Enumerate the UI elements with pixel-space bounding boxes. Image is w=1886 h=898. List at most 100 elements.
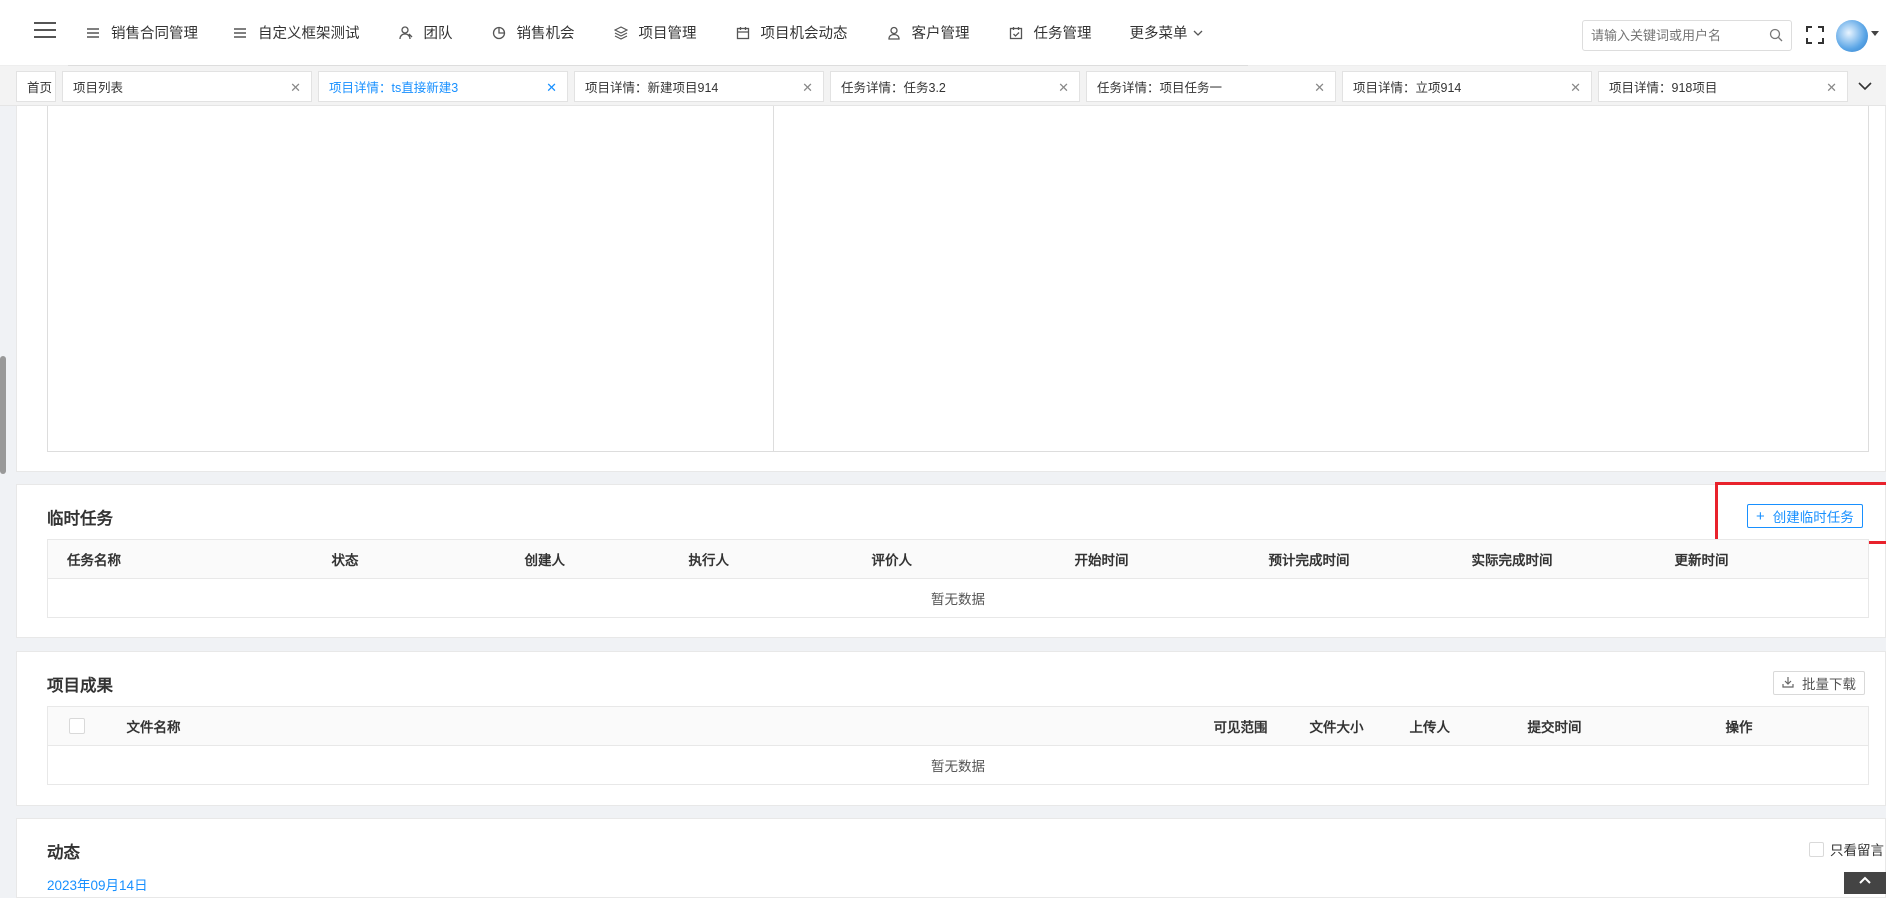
chevron-up-icon [1858,872,1872,894]
back-to-top-button[interactable] [1844,872,1886,894]
activity-card: 动态 只看留言 2023年09月14日 [16,818,1886,898]
nav-item-sales-contract[interactable]: 销售合同管理 [85,0,198,66]
only-messages-toggle[interactable]: 只看留言 [1809,839,1884,859]
column-header[interactable]: 操作 [1725,706,1869,746]
batch-download-label: 批量下载 [1802,677,1856,692]
layers-icon [613,25,629,41]
page-tabs-bar: 首页 项目列表 ✕ 项目详情：ts直接新建3 ✕ 项目详情：新建项目914 ✕ … [0,66,1886,106]
column-header[interactable]: 可见范围 [1213,706,1310,746]
tab-label: 项目详情：立项914 [1353,81,1462,95]
tab-task-detail-project-task-one[interactable]: 任务详情：项目任务一 ✕ [1086,71,1336,102]
close-icon[interactable]: ✕ [1570,80,1581,96]
close-icon[interactable]: ✕ [1058,80,1069,96]
column-header[interactable]: 评价人 [871,539,1075,579]
tab-project-detail-918[interactable]: 项目详情：918项目 ✕ [1598,71,1848,102]
activity-date: 2023年09月14日 [47,878,148,893]
nav-item-customer-management[interactable]: 客户管理 [886,0,970,66]
main-nav: 销售合同管理 自定义框架测试 团队 销售机会 项目管理 项目机会动态 客户管理 [68,0,1248,66]
column-header[interactable]: 任务名称 [47,539,332,579]
temp-tasks-card: 临时任务 + 创建临时任务 任务名称 状态 创建人 执行人 评价人 开始时间 预… [16,482,1886,638]
tab-label: 项目详情：新建项目914 [585,81,719,95]
deliverables-title: 项目成果 [47,677,113,695]
tab-task-detail-3-2[interactable]: 任务详情：任务3.2 ✕ [830,71,1080,102]
hamburger-menu-icon[interactable] [34,22,56,40]
only-messages-checkbox[interactable] [1809,841,1824,857]
download-icon [1782,676,1794,691]
tab-label: 项目列表 [73,81,124,95]
nav-item-label: 任务管理 [1033,26,1092,42]
column-header[interactable]: 预计完成时间 [1268,539,1472,579]
search-box [1582,20,1792,51]
nav-item-custom-framework[interactable]: 自定义框架测试 [232,0,360,66]
tab-label: 任务详情：任务3.2 [841,81,946,95]
close-icon[interactable]: ✕ [1314,80,1325,96]
table-row: 暂无数据 [47,745,1869,785]
tab-project-detail-914[interactable]: 项目详情：新建项目914 ✕ [574,71,824,102]
close-icon[interactable]: ✕ [290,80,301,96]
tab-label: 项目详情：918项目 [1609,81,1718,95]
overview-panels [47,106,1869,452]
scrollbar-thumb[interactable] [0,356,6,474]
column-header[interactable]: 更新时间 [1674,539,1869,579]
close-icon[interactable]: ✕ [546,80,557,96]
team-icon [398,25,414,41]
table-header-row: 任务名称 状态 创建人 执行人 评价人 开始时间 预计完成时间 实际完成时间 更… [47,539,1869,579]
search-input[interactable] [1583,21,1763,50]
nav-item-label: 团队 [423,26,453,42]
nav-item-team[interactable]: 团队 [398,0,453,66]
project-overview-card [16,106,1886,472]
tab-label: 任务详情：项目任务一 [1097,81,1223,95]
calendar-icon [735,25,751,41]
column-header[interactable]: 状态 [331,539,525,579]
tab-project-list[interactable]: 项目列表 ✕ [62,71,312,102]
select-all-checkbox[interactable] [69,718,85,735]
nav-item-label: 项目机会动态 [760,26,848,42]
list-icon [232,25,248,41]
user-icon [886,25,902,41]
nav-item-label: 销售合同管理 [111,26,198,42]
table-row: 暂无数据 [47,578,1869,618]
column-header[interactable]: 提交时间 [1527,706,1726,746]
checkbox-calendar-icon [1008,25,1024,41]
nav-item-sales-opportunity[interactable]: 销售机会 [491,0,575,66]
tab-label: 项目详情：ts直接新建3 [329,81,459,95]
column-header[interactable]: 开始时间 [1074,539,1269,579]
column-header[interactable]: 执行人 [688,539,872,579]
close-icon[interactable]: ✕ [1826,80,1837,96]
deliverables-card: 项目成果 批量下载 文件名称 可见范围 文件大小 上传人 提交时间 操作 暂无数… [16,651,1886,806]
list-icon [85,25,101,41]
nav-item-project-management[interactable]: 项目管理 [613,0,697,66]
top-navbar: 销售合同管理 自定义框架测试 团队 销售机会 项目管理 项目机会动态 客户管理 [0,0,1886,66]
nav-item-project-opportunity-feed[interactable]: 项目机会动态 [735,0,848,66]
column-header[interactable]: 实际完成时间 [1471,539,1675,579]
tab-project-detail-lixiang914[interactable]: 项目详情：立项914 ✕ [1342,71,1592,102]
fullscreen-icon[interactable] [1806,26,1824,44]
tab-label: 首页 [27,81,53,95]
pie-chart-icon [491,25,507,41]
temp-tasks-title: 临时任务 [47,510,113,528]
temp-tasks-table: 任务名称 状态 创建人 执行人 评价人 开始时间 预计完成时间 实际完成时间 更… [47,539,1869,618]
column-header[interactable]: 文件名称 [126,706,1214,746]
nav-item-task-management[interactable]: 任务管理 [1008,0,1092,66]
column-header[interactable]: 创建人 [524,539,689,579]
activity-title: 动态 [47,844,80,862]
empty-text: 暂无数据 [47,578,1869,618]
close-icon[interactable]: ✕ [802,80,813,96]
nav-item-label: 销售机会 [516,26,575,42]
caret-down-icon[interactable] [1871,31,1879,36]
select-all-cell [47,706,127,746]
column-header[interactable]: 上传人 [1409,706,1528,746]
chevron-down-icon[interactable] [1858,78,1878,94]
column-header[interactable]: 文件大小 [1309,706,1410,746]
tab-project-detail-ts3[interactable]: 项目详情：ts直接新建3 ✕ [318,71,568,102]
batch-download-button[interactable]: 批量下载 [1773,671,1865,695]
nav-item-label: 客户管理 [911,26,970,42]
chevron-down-icon [1193,25,1203,41]
deliverables-table: 文件名称 可见范围 文件大小 上传人 提交时间 操作 暂无数据 [47,706,1869,785]
nav-item-label: 自定义框架测试 [258,26,360,42]
avatar[interactable] [1836,20,1868,52]
search-icon[interactable] [1769,28,1783,42]
nav-item-label: 项目管理 [638,26,697,42]
nav-item-more-menu[interactable]: 更多菜单 [1130,0,1203,66]
tab-home[interactable]: 首页 [16,71,56,102]
